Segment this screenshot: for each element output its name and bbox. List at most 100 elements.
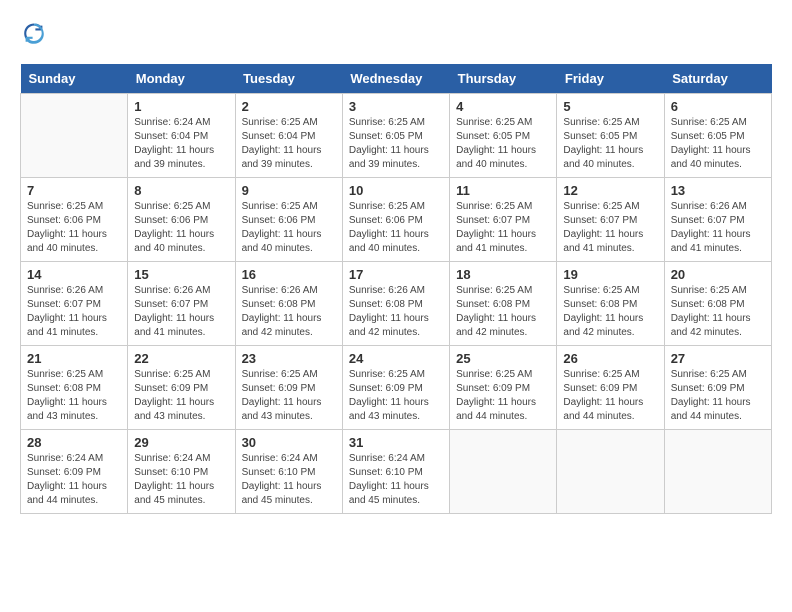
calendar-cell: 13Sunrise: 6:26 AM Sunset: 6:07 PM Dayli… [664, 178, 771, 262]
calendar-week-row: 14 Sunrise: 6:26 AM Sunset: 6:07 PM Dayli… [21, 262, 772, 346]
day-info: Sunrise: 6:24 AM Sunset: 6:10 PM Dayligh… [242, 452, 336, 508]
day-number: 10 [349, 183, 443, 198]
calendar-week-row: 28 Sunrise: 6:24 AM Sunset: 6:09 PM Dayli… [21, 430, 772, 514]
day-number: 3 [349, 99, 443, 114]
day-info: Sunrise: 6:25 AM Sunset: 6:06 PM Dayligh… [134, 200, 228, 256]
day-info: Sunrise: 6:25 AM Sunset: 6:05 PM Dayligh… [349, 116, 443, 172]
weekday-header-thursday: Thursday [450, 64, 557, 94]
day-info: Sunrise: 6:25 AM Sunset: 6:09 PM Dayligh… [671, 368, 765, 424]
day-number: 1 [134, 99, 228, 114]
calendar-cell: 24 Sunrise: 6:25 AM Sunset: 6:09 PM Dayli… [342, 346, 449, 430]
weekday-header-row: SundayMondayTuesdayWednesdayThursdayFrid… [21, 64, 772, 94]
day-number: 18 [456, 267, 550, 282]
calendar-cell: 16Sunrise: 6:26 AM Sunset: 6:08 PM Dayli… [235, 262, 342, 346]
day-info: Sunrise: 6:25 AM Sunset: 6:05 PM Dayligh… [671, 116, 765, 172]
calendar-cell: 3 Sunrise: 6:25 AM Sunset: 6:05 PM Daylig… [342, 94, 449, 178]
calendar-cell: 25Sunrise: 6:25 AM Sunset: 6:09 PM Dayli… [450, 346, 557, 430]
calendar-cell: 4 Sunrise: 6:25 AM Sunset: 6:05 PM Daylig… [450, 94, 557, 178]
calendar-cell: 12 Sunrise: 6:25 AM Sunset: 6:07 PM Dayli… [557, 178, 664, 262]
day-info: Sunrise: 6:26 AM Sunset: 6:07 PM Dayligh… [27, 284, 121, 340]
day-number: 17 [349, 267, 443, 282]
day-number: 6 [671, 99, 765, 114]
calendar-cell: 28 Sunrise: 6:24 AM Sunset: 6:09 PM Dayli… [21, 430, 128, 514]
calendar-cell: 15Sunrise: 6:26 AM Sunset: 6:07 PM Dayli… [128, 262, 235, 346]
day-info: Sunrise: 6:25 AM Sunset: 6:06 PM Dayligh… [27, 200, 121, 256]
day-info: Sunrise: 6:25 AM Sunset: 6:09 PM Dayligh… [242, 368, 336, 424]
day-info: Sunrise: 6:25 AM Sunset: 6:08 PM Dayligh… [671, 284, 765, 340]
calendar-cell: 20 Sunrise: 6:25 AM Sunset: 6:08 PM Dayli… [664, 262, 771, 346]
day-number: 4 [456, 99, 550, 114]
day-number: 24 [349, 351, 443, 366]
day-number: 2 [242, 99, 336, 114]
day-info: Sunrise: 6:24 AM Sunset: 6:04 PM Dayligh… [134, 116, 228, 172]
calendar-cell: 8 Sunrise: 6:25 AM Sunset: 6:06 PM Daylig… [128, 178, 235, 262]
calendar-cell: 23 Sunrise: 6:25 AM Sunset: 6:09 PM Dayli… [235, 346, 342, 430]
calendar-cell: 31 Sunrise: 6:24 AM Sunset: 6:10 PM Dayli… [342, 430, 449, 514]
day-info: Sunrise: 6:24 AM Sunset: 6:09 PM Dayligh… [27, 452, 121, 508]
day-info: Sunrise: 6:24 AM Sunset: 6:10 PM Dayligh… [349, 452, 443, 508]
weekday-header-monday: Monday [128, 64, 235, 94]
weekday-header-saturday: Saturday [664, 64, 771, 94]
day-number: 31 [349, 435, 443, 450]
calendar-cell: 7Sunrise: 6:25 AM Sunset: 6:06 PM Daylig… [21, 178, 128, 262]
day-info: Sunrise: 6:24 AM Sunset: 6:10 PM Dayligh… [134, 452, 228, 508]
day-number: 30 [242, 435, 336, 450]
calendar-cell [450, 430, 557, 514]
day-info: Sunrise: 6:25 AM Sunset: 6:08 PM Dayligh… [563, 284, 657, 340]
calendar-cell: 11 Sunrise: 6:25 AM Sunset: 6:07 PM Dayli… [450, 178, 557, 262]
day-number: 29 [134, 435, 228, 450]
weekday-header-sunday: Sunday [21, 64, 128, 94]
logo-icon [20, 20, 48, 48]
calendar-cell: 22 Sunrise: 6:25 AM Sunset: 6:09 PM Dayli… [128, 346, 235, 430]
day-info: Sunrise: 6:25 AM Sunset: 6:09 PM Dayligh… [134, 368, 228, 424]
calendar-cell: 29 Sunrise: 6:24 AM Sunset: 6:10 PM Dayli… [128, 430, 235, 514]
calendar-cell: 9 Sunrise: 6:25 AM Sunset: 6:06 PM Daylig… [235, 178, 342, 262]
calendar-week-row: 21Sunrise: 6:25 AM Sunset: 6:08 PM Dayli… [21, 346, 772, 430]
weekday-header-friday: Friday [557, 64, 664, 94]
day-number: 26 [563, 351, 657, 366]
day-info: Sunrise: 6:25 AM Sunset: 6:06 PM Dayligh… [349, 200, 443, 256]
day-info: Sunrise: 6:25 AM Sunset: 6:09 PM Dayligh… [349, 368, 443, 424]
calendar-cell [664, 430, 771, 514]
day-number: 8 [134, 183, 228, 198]
calendar-cell: 17 Sunrise: 6:26 AM Sunset: 6:08 PM Dayli… [342, 262, 449, 346]
calendar-cell: 21Sunrise: 6:25 AM Sunset: 6:08 PM Dayli… [21, 346, 128, 430]
calendar-cell: 10 Sunrise: 6:25 AM Sunset: 6:06 PM Dayli… [342, 178, 449, 262]
day-info: Sunrise: 6:25 AM Sunset: 6:08 PM Dayligh… [456, 284, 550, 340]
day-number: 27 [671, 351, 765, 366]
calendar-week-row: 7Sunrise: 6:25 AM Sunset: 6:06 PM Daylig… [21, 178, 772, 262]
day-number: 12 [563, 183, 657, 198]
day-info: Sunrise: 6:25 AM Sunset: 6:07 PM Dayligh… [563, 200, 657, 256]
calendar-week-row: 1 Sunrise: 6:24 AM Sunset: 6:04 PM Daylig… [21, 94, 772, 178]
day-info: Sunrise: 6:25 AM Sunset: 6:06 PM Dayligh… [242, 200, 336, 256]
calendar-cell: 5 Sunrise: 6:25 AM Sunset: 6:05 PM Daylig… [557, 94, 664, 178]
day-number: 13 [671, 183, 765, 198]
day-number: 22 [134, 351, 228, 366]
calendar-cell: 6 Sunrise: 6:25 AM Sunset: 6:05 PM Daylig… [664, 94, 771, 178]
day-number: 23 [242, 351, 336, 366]
day-info: Sunrise: 6:25 AM Sunset: 6:07 PM Dayligh… [456, 200, 550, 256]
day-info: Sunrise: 6:25 AM Sunset: 6:08 PM Dayligh… [27, 368, 121, 424]
day-number: 16 [242, 267, 336, 282]
header [20, 20, 772, 48]
calendar-cell: 27 Sunrise: 6:25 AM Sunset: 6:09 PM Dayli… [664, 346, 771, 430]
day-info: Sunrise: 6:25 AM Sunset: 6:09 PM Dayligh… [456, 368, 550, 424]
calendar-cell [557, 430, 664, 514]
day-number: 15 [134, 267, 228, 282]
calendar-cell: 18 Sunrise: 6:25 AM Sunset: 6:08 PM Dayli… [450, 262, 557, 346]
weekday-header-tuesday: Tuesday [235, 64, 342, 94]
day-info: Sunrise: 6:26 AM Sunset: 6:08 PM Dayligh… [349, 284, 443, 340]
day-number: 5 [563, 99, 657, 114]
day-info: Sunrise: 6:25 AM Sunset: 6:09 PM Dayligh… [563, 368, 657, 424]
day-number: 9 [242, 183, 336, 198]
day-number: 11 [456, 183, 550, 198]
day-number: 14 [27, 267, 121, 282]
calendar-cell: 2Sunrise: 6:25 AM Sunset: 6:04 PM Daylig… [235, 94, 342, 178]
day-number: 28 [27, 435, 121, 450]
weekday-header-wednesday: Wednesday [342, 64, 449, 94]
day-info: Sunrise: 6:25 AM Sunset: 6:05 PM Dayligh… [563, 116, 657, 172]
day-info: Sunrise: 6:25 AM Sunset: 6:05 PM Dayligh… [456, 116, 550, 172]
calendar-cell: 1 Sunrise: 6:24 AM Sunset: 6:04 PM Daylig… [128, 94, 235, 178]
calendar-cell: 30 Sunrise: 6:24 AM Sunset: 6:10 PM Dayli… [235, 430, 342, 514]
day-number: 20 [671, 267, 765, 282]
